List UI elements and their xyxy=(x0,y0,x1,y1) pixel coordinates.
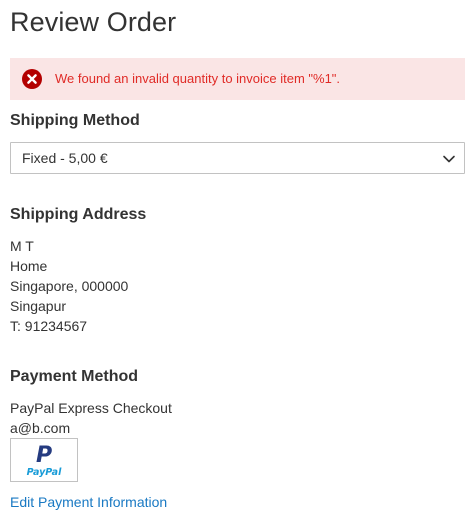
shipping-method-select[interactable]: Fixed - 5,00 € xyxy=(10,142,465,174)
chevron-down-icon xyxy=(443,155,455,163)
page-title: Review Order xyxy=(10,7,177,37)
error-message-text: We found an invalid quantity to invoice … xyxy=(55,71,341,86)
paypal-logo-mark: P xyxy=(36,443,52,468)
address-name: M T xyxy=(10,238,34,254)
shipping-method-selected-value: Fixed - 5,00 € xyxy=(22,150,108,166)
payment-email: a@b.com xyxy=(10,420,71,436)
error-circle-icon xyxy=(22,69,42,89)
error-message: We found an invalid quantity to invoice … xyxy=(10,58,465,100)
address-street: Home xyxy=(10,258,48,274)
paypal-logo-icon: P PayPal xyxy=(27,443,62,478)
address-country: Singapur xyxy=(10,298,67,314)
paypal-logo-text: PayPal xyxy=(27,467,62,478)
address-city-postcode: Singapore, 000000 xyxy=(10,278,129,294)
payment-method-name: PayPal Express Checkout xyxy=(10,400,172,416)
paypal-logo-box: P PayPal xyxy=(10,438,78,482)
address-telephone: T: 91234567 xyxy=(10,318,88,334)
edit-payment-information-link[interactable]: Edit Payment Information xyxy=(10,492,167,512)
shipping-method-heading: Shipping Method xyxy=(10,112,140,129)
payment-method-heading: Payment Method xyxy=(10,368,139,385)
shipping-address-heading: Shipping Address xyxy=(10,206,147,223)
